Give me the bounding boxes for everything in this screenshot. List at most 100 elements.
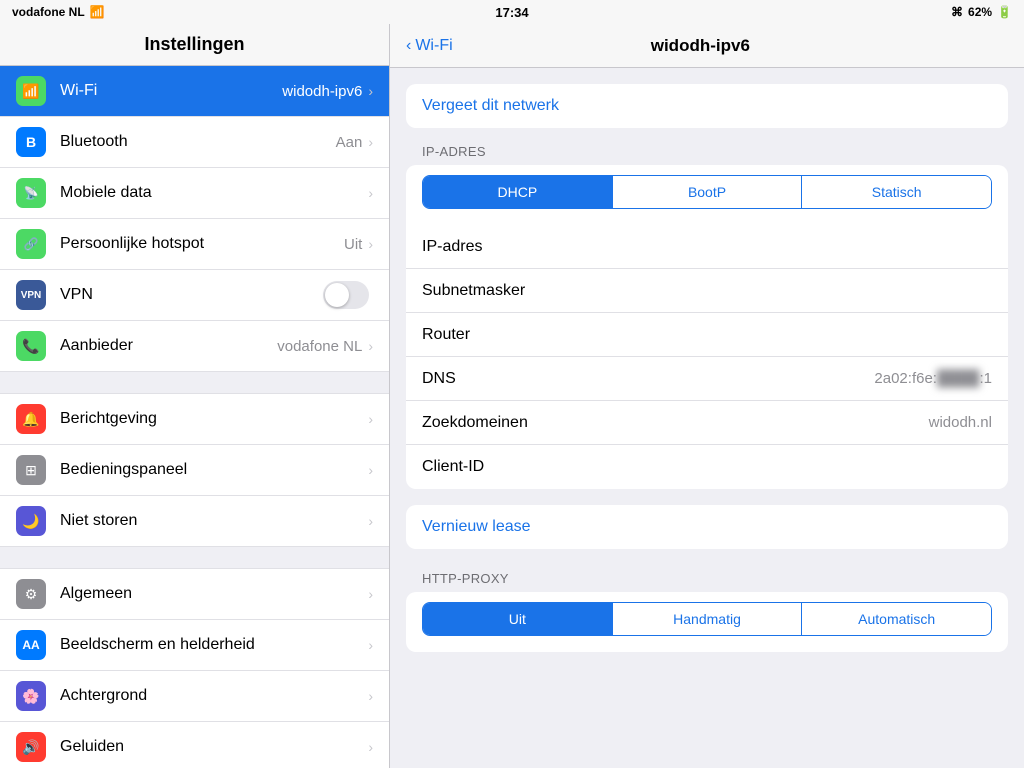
forget-network-row[interactable]: Vergeet dit netwerk [406,84,1008,128]
seg-handmatig[interactable]: Handmatig [612,603,802,635]
seg-dhcp[interactable]: DHCP [423,176,612,208]
forget-network-label: Vergeet dit netwerk [422,97,559,115]
dns-row: DNS 2a02:f6e:████:1 [406,357,1008,401]
sidebar-title: Instellingen [0,24,389,66]
sidebar-item-mobiele-data[interactable]: 📡 Mobiele data › [0,168,389,219]
router-label: Router [422,326,992,344]
seg-statisch[interactable]: Statisch [801,176,991,208]
ip-segmented-control[interactable]: DHCP BootP Statisch [422,175,992,209]
algemeen-icon: ⚙ [16,579,46,609]
ip-section-header: IP-ADRES [406,144,1008,165]
main-layout: Instellingen 📶 Wi-Fi widodh-ipv6 › B Blu… [0,24,1024,768]
right-content: Vergeet dit netwerk IP-ADRES DHCP BootP … [390,68,1024,684]
wifi-value: widodh-ipv6 [282,83,362,100]
sidebar-section-2: 🔔 Berichtgeving › ⊞ Bedieningspaneel › 🌙… [0,394,389,547]
back-label: Wi-Fi [415,37,452,55]
geluiden-arrow: › [368,739,373,755]
sidebar-item-bluetooth[interactable]: B Bluetooth Aan › [0,117,389,168]
right-panel-title: widodh-ipv6 [453,36,948,56]
beeldscherm-icon: AA [16,630,46,660]
beeldscherm-arrow: › [368,637,373,653]
seg-automatisch[interactable]: Automatisch [801,603,991,635]
vpn-label: VPN [60,286,323,304]
achtergrond-label: Achtergrond [60,687,368,705]
zoekdomeinen-row: Zoekdomeinen widodh.nl [406,401,1008,445]
sidebar-item-bedieningspaneel[interactable]: ⊞ Bedieningspaneel › [0,445,389,496]
back-chevron: ‹ [406,37,411,55]
http-section-content: Uit Handmatig Automatisch [406,592,1008,652]
mobiele-data-arrow: › [368,185,373,201]
geluiden-icon: 🔊 [16,732,46,762]
sidebar-item-beeldscherm[interactable]: AA Beeldscherm en helderheid › [0,620,389,671]
ip-adres-label: IP-adres [422,238,992,256]
vpn-toggle[interactable] [323,281,369,309]
subnetmasker-row: Subnetmasker [406,269,1008,313]
dns-blurred: ████ [937,370,980,387]
aanbieder-label: Aanbieder [60,337,277,355]
seg-uit[interactable]: Uit [423,603,612,635]
status-right: ⌘ 62% 🔋 [951,5,1012,19]
status-bar: vodafone NL 📶 17:34 ⌘ 62% 🔋 [0,0,1024,24]
forget-network-section: Vergeet dit netwerk [406,84,1008,128]
bluetooth-label: Bluetooth [60,133,336,151]
sidebar-item-geluiden[interactable]: 🔊 Geluiden › [0,722,389,768]
bedieningspaneel-arrow: › [368,462,373,478]
hotspot-value: Uit [344,236,362,253]
vernieuw-lease-row[interactable]: Vernieuw lease [406,505,1008,549]
wifi-icon-circle: 📶 [16,76,46,106]
algemeen-arrow: › [368,586,373,602]
mobiele-data-icon-circle: 📡 [16,178,46,208]
sidebar-item-algemeen[interactable]: ⚙ Algemeen › [0,569,389,620]
sidebar-item-wifi[interactable]: 📶 Wi-Fi widodh-ipv6 › [0,66,389,117]
battery-icon: 🔋 [997,5,1012,19]
right-header: ‹ Wi-Fi widodh-ipv6 [390,24,1024,68]
berichtgeving-label: Berichtgeving [60,410,368,428]
seg-bootp[interactable]: BootP [612,176,802,208]
hotspot-icon-circle: 🔗 [16,229,46,259]
dns-value: 2a02:f6e:████:1 [874,370,992,387]
bluetooth-icon: ⌘ [951,5,963,19]
wifi-arrow: › [368,83,373,99]
ip-section-content: DHCP BootP Statisch IP-adres Subnetmaske… [406,165,1008,489]
beeldscherm-label: Beeldscherm en helderheid [60,636,368,654]
zoekdomeinen-label: Zoekdomeinen [422,414,929,432]
mobiele-data-label: Mobiele data [60,184,368,202]
ip-section: IP-ADRES DHCP BootP Statisch IP-adres Su [406,144,1008,489]
status-left: vodafone NL 📶 [12,5,105,19]
sidebar-section-3: ⚙ Algemeen › AA Beeldscherm en helderhei… [0,569,389,768]
sidebar-item-achtergrond[interactable]: 🌸 Achtergrond › [0,671,389,722]
niet-storen-label: Niet storen [60,512,368,530]
http-segmented-control[interactable]: Uit Handmatig Automatisch [422,602,992,636]
status-time: 17:34 [495,5,528,20]
wifi-icon: 📶 [90,5,105,19]
subnetmasker-label: Subnetmasker [422,282,992,300]
sidebar-item-berichtgeving[interactable]: 🔔 Berichtgeving › [0,394,389,445]
aanbieder-value: vodafone NL [277,338,362,355]
wifi-label: Wi-Fi [60,82,282,100]
berichtgeving-arrow: › [368,411,373,427]
sidebar-item-aanbieder[interactable]: 📞 Aanbieder vodafone NL › [0,321,389,372]
sidebar-item-hotspot[interactable]: 🔗 Persoonlijke hotspot Uit › [0,219,389,270]
router-row: Router [406,313,1008,357]
aanbieder-arrow: › [368,338,373,354]
http-section: HTTP-PROXY Uit Handmatig Automatisch [406,565,1008,652]
berichtgeving-icon: 🔔 [16,404,46,434]
algemeen-label: Algemeen [60,585,368,603]
vpn-toggle-knob [325,283,349,307]
sidebar-item-niet-storen[interactable]: 🌙 Niet storen › [0,496,389,547]
bluetooth-icon-circle: B [16,127,46,157]
bluetooth-value: Aan [336,134,363,151]
sidebar-item-vpn[interactable]: VPN VPN [0,270,389,321]
separator-1 [0,372,389,394]
vernieuw-lease-label: Vernieuw lease [422,518,531,536]
back-button[interactable]: ‹ Wi-Fi [406,37,453,55]
vernieuw-lease-section: Vernieuw lease [406,505,1008,549]
sidebar: Instellingen 📶 Wi-Fi widodh-ipv6 › B Blu… [0,24,390,768]
battery-text: 62% [968,5,992,19]
geluiden-label: Geluiden [60,738,368,756]
hotspot-arrow: › [368,236,373,252]
ip-adres-row: IP-adres [406,225,1008,269]
achtergrond-icon: 🌸 [16,681,46,711]
bedieningspaneel-icon: ⊞ [16,455,46,485]
client-id-label: Client-ID [422,458,992,476]
